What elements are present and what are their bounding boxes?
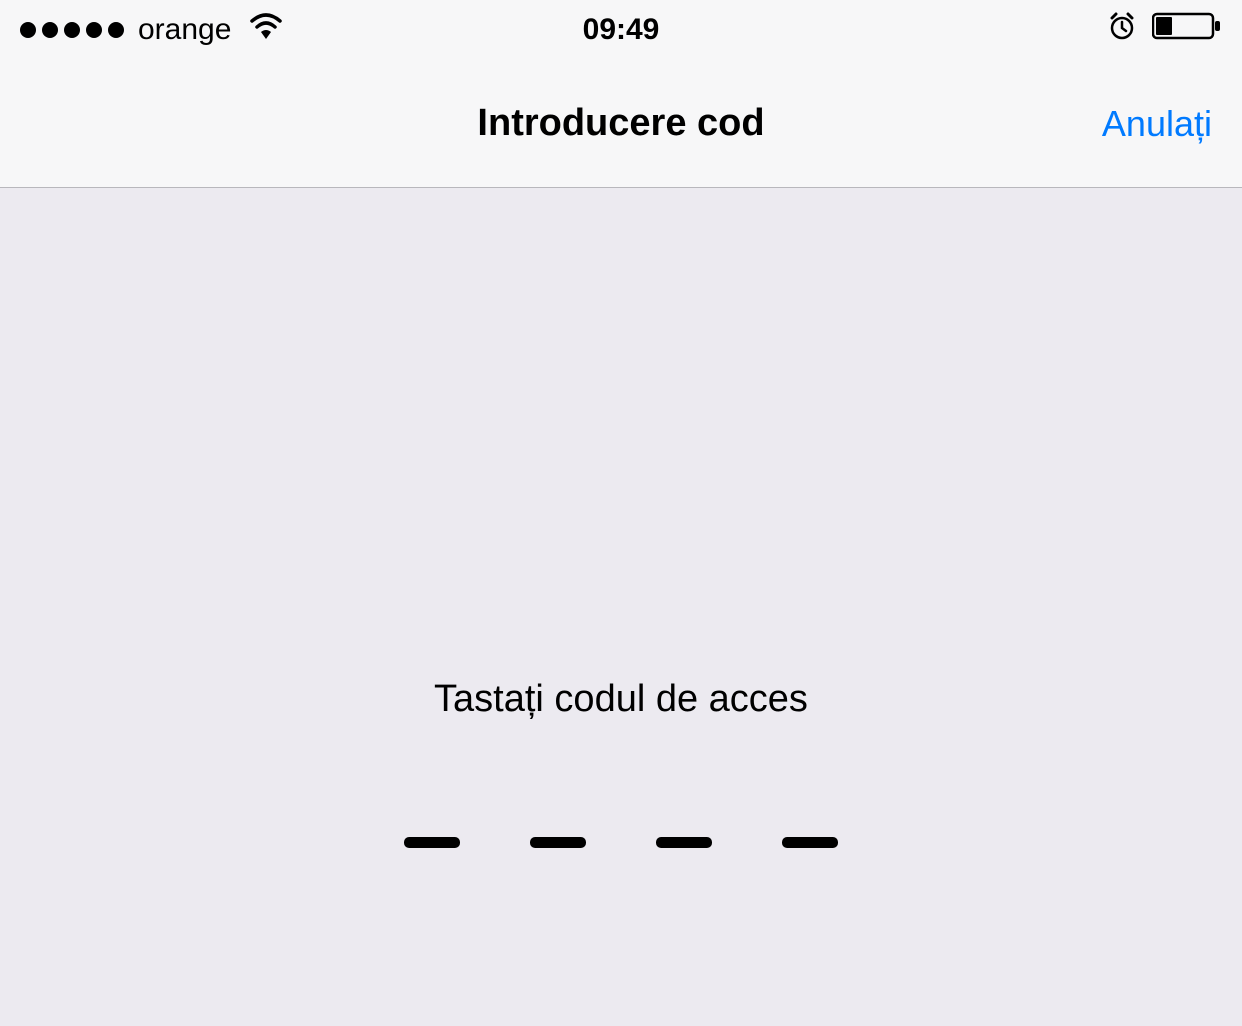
signal-strength-icon (20, 22, 124, 38)
status-bar: orange 09:49 (0, 0, 1242, 60)
passcode-prompt: Tastați codul de acces (434, 678, 808, 721)
content-area: Tastați codul de acces (0, 188, 1242, 848)
battery-icon (1152, 12, 1222, 48)
status-bar-time: 09:49 (583, 13, 660, 47)
status-bar-left: orange (20, 13, 283, 47)
passcode-slot (656, 837, 712, 848)
passcode-input[interactable] (404, 837, 838, 848)
passcode-slot (404, 837, 460, 848)
status-bar-right (1108, 12, 1222, 48)
navigation-bar: Introducere cod Anulați (0, 60, 1242, 188)
passcode-slot (782, 837, 838, 848)
wifi-icon (249, 13, 283, 47)
passcode-slot (530, 837, 586, 848)
cancel-button[interactable]: Anulați (1102, 103, 1212, 145)
page-title: Introducere cod (477, 102, 764, 145)
carrier-label: orange (138, 13, 231, 47)
alarm-icon (1108, 12, 1136, 48)
